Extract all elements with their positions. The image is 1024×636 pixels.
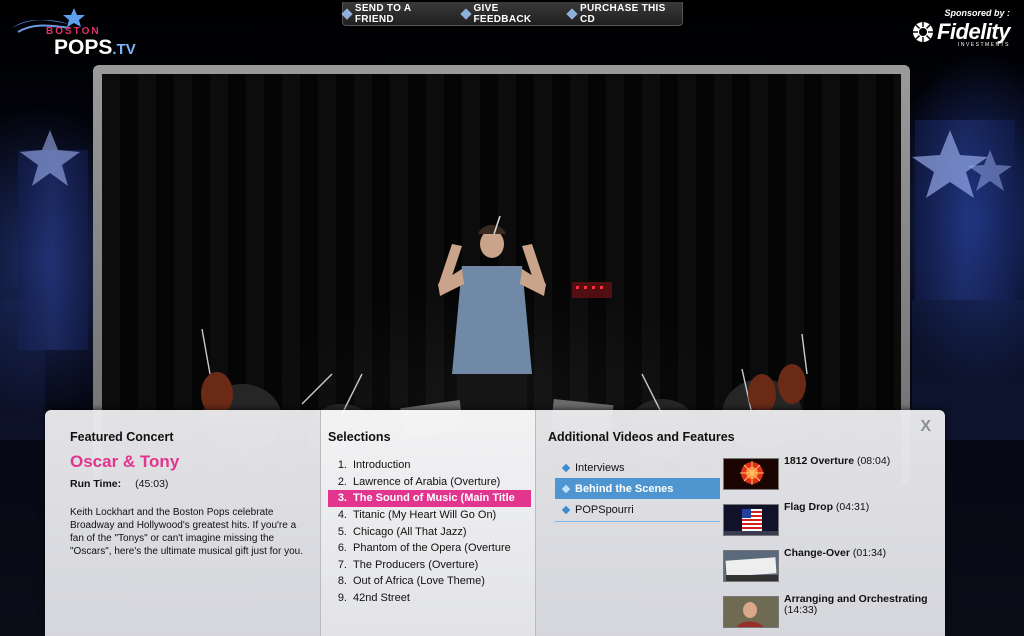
- video-category-list: Interviews Behind the Scenes POPSpourri: [555, 457, 720, 520]
- category-label: Behind the Scenes: [575, 482, 674, 495]
- portrait-thumbnail: [723, 596, 779, 628]
- video-duration: (08:04): [856, 455, 891, 467]
- video-item-change-over[interactable]: Change-Over (01:34): [723, 548, 933, 594]
- selection-label: Lawrence of Arabia (Overture): [353, 475, 501, 488]
- selection-number: 7.: [337, 558, 347, 571]
- video-title: Change-Over (01:34): [784, 548, 934, 559]
- fireworks-thumbnail: [723, 458, 779, 490]
- give-feedback-label: GIVE FEEDBACK: [473, 2, 532, 25]
- video-title-text: 1812 Overture: [784, 455, 855, 467]
- selection-item[interactable]: 4. Titanic (My Heart Will Go On): [328, 507, 535, 524]
- selection-item[interactable]: 7. The Producers (Overture): [328, 557, 535, 574]
- run-time-label: Run Time:: [70, 478, 122, 490]
- category-label: POPSpourri: [575, 503, 634, 516]
- logo-pops-word: POPS: [54, 36, 113, 59]
- pops-sign-thumbnail: [723, 550, 779, 582]
- selection-item[interactable]: 8. Out of Africa (Love Theme): [328, 573, 535, 590]
- category-interviews[interactable]: Interviews: [555, 457, 720, 478]
- flag-thumbnail-image: [724, 505, 778, 535]
- selection-label: Chicago (All That Jazz): [353, 525, 467, 538]
- video-title-text: Flag Drop: [784, 501, 833, 513]
- video-item-arranging-orchestrating[interactable]: Arranging and Orchestrating (14:33): [723, 594, 933, 636]
- logo-tv-suffix: .TV: [112, 41, 136, 58]
- selection-item[interactable]: 5. Chicago (All That Jazz): [328, 523, 535, 540]
- selection-number: 2.: [337, 475, 347, 488]
- category-popspourri[interactable]: POPSpourri: [555, 499, 720, 520]
- video-duration: (14:33): [784, 604, 818, 616]
- boston-pops-tv-logo[interactable]: BOSTON POPS.TV: [8, 6, 148, 62]
- fireworks-thumbnail-image: [724, 459, 778, 489]
- video-duration: (01:34): [852, 547, 887, 559]
- category-behind-the-scenes[interactable]: Behind the Scenes: [555, 478, 720, 499]
- run-time-value: (45:03): [135, 478, 169, 490]
- concert-info-panel: X Featured Concert Oscar & Tony Run Time…: [45, 410, 945, 636]
- selection-number: 9.: [337, 592, 347, 605]
- diamond-bullet-icon: [459, 7, 472, 20]
- additional-videos-section: Additional Videos and Features Interview…: [537, 410, 945, 636]
- selection-label: Introduction: [353, 459, 411, 472]
- diamond-bullet-icon: [561, 463, 571, 472]
- selection-number: 5.: [337, 525, 347, 538]
- logo-pops-text: POPS.TV: [54, 36, 136, 60]
- selection-number: 1.: [337, 459, 347, 472]
- diamond-bullet-icon: [341, 7, 353, 20]
- selections-heading: Selections: [328, 430, 391, 444]
- featured-concert-section: Featured Concert Oscar & Tony Run Time: …: [45, 410, 317, 636]
- featured-concert-heading: Featured Concert: [70, 430, 174, 444]
- diamond-bullet-icon: [561, 484, 571, 493]
- sunburst-icon: [912, 22, 933, 42]
- selection-item[interactable]: 6. Phantom of the Opera (Overture: [328, 540, 535, 557]
- selection-item[interactable]: 1. Introduction: [328, 457, 535, 474]
- portrait-thumbnail-image: [724, 597, 778, 627]
- selection-label: 42nd Street: [353, 592, 410, 605]
- selection-number: 4.: [337, 509, 347, 522]
- send-to-friend-label: SEND TO A FRIEND: [354, 2, 412, 25]
- video-title: 1812 Overture (08:04): [784, 456, 934, 467]
- selection-item[interactable]: 9. 42nd Street: [328, 590, 535, 607]
- video-title: Arranging and Orchestrating (14:33): [784, 594, 934, 616]
- concert-description: Keith Lockhart and the Boston Pops celeb…: [70, 507, 303, 557]
- selection-item-active[interactable]: 3. The Sound of Music (Main Title: [328, 490, 531, 507]
- category-label: Interviews: [575, 461, 625, 474]
- flag-thumbnail: [723, 504, 779, 536]
- sponsored-by-label: Sponsored by :: [944, 8, 1010, 18]
- diamond-bullet-icon: [566, 7, 578, 20]
- purchase-cd-label: PURCHASE THIS CD: [580, 2, 666, 25]
- additional-videos-heading: Additional Videos and Features: [548, 430, 735, 444]
- top-nav-bar: SEND TO A FRIEND GIVE FEEDBACK PURCHASE …: [341, 2, 683, 26]
- selection-number: 3.: [337, 492, 347, 505]
- selection-label: Titanic (My Heart Will Go On): [353, 509, 497, 522]
- selection-item[interactable]: 2. Lawrence of Arabia (Overture): [328, 474, 535, 491]
- video-title: Flag Drop (04:31): [784, 502, 934, 513]
- sponsor-block[interactable]: Sponsored by : Fidelity INVESTMENTS: [890, 8, 1011, 48]
- run-time-row: Run Time: (45:03): [70, 478, 317, 490]
- purchase-cd-link[interactable]: PURCHASE THIS CD: [566, 2, 682, 25]
- selections-list: 1. Introduction 2. Lawrence of Arabia (Ove…: [328, 457, 535, 606]
- selection-label: Out of Africa (Love Theme): [353, 575, 485, 588]
- selection-number: 6.: [337, 542, 347, 555]
- selection-label: The Producers (Overture): [353, 558, 479, 571]
- pops-sign-thumbnail-image: [724, 551, 778, 581]
- selection-label: The Sound of Music (Main Title: [353, 492, 515, 505]
- video-title-text: Change-Over: [784, 547, 850, 559]
- selection-number: 8.: [337, 575, 347, 588]
- video-item-1812-overture[interactable]: 1812 Overture (08:04): [723, 456, 933, 502]
- diamond-bullet-icon: [561, 505, 571, 514]
- video-item-flag-drop[interactable]: Flag Drop (04:31): [723, 502, 933, 548]
- concert-title: Oscar & Tony: [70, 452, 180, 471]
- category-divider: [555, 521, 720, 522]
- video-duration: (04:31): [835, 501, 870, 513]
- video-list: 1812 Overture (08:04) Flag Drop (04:31): [723, 456, 933, 636]
- selections-section: Selections 1. Introduction 2. Lawrence of …: [320, 410, 536, 636]
- send-to-friend-link[interactable]: SEND TO A FRIEND: [341, 2, 452, 25]
- give-feedback-link[interactable]: GIVE FEEDBACK: [459, 2, 559, 25]
- selection-label: Phantom of the Opera (Overture: [353, 542, 511, 555]
